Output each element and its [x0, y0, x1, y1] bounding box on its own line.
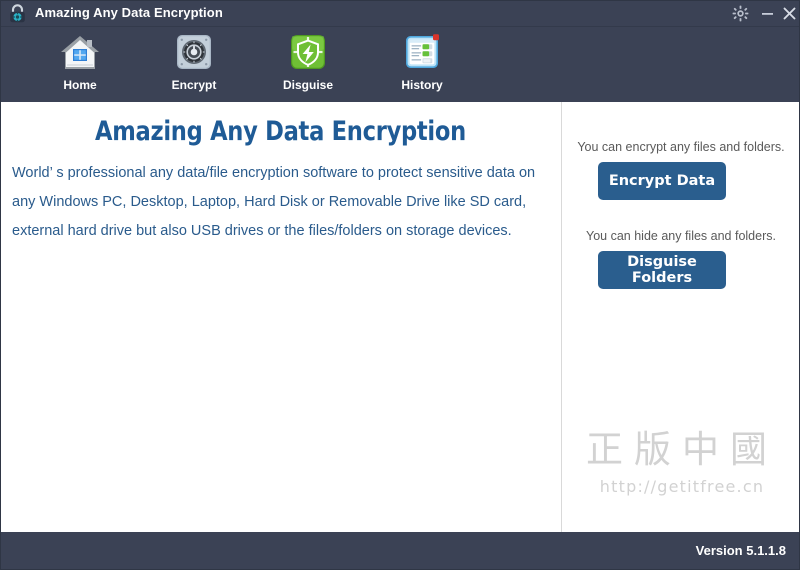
watermark-url-text: http://getitfree.cn — [599, 477, 765, 496]
toolbar-label-history: History — [401, 78, 443, 92]
info-pane: Amazing Any Data Encryption World’ s pro… — [0, 102, 561, 532]
encrypt-data-button[interactable]: Encrypt Data — [598, 162, 726, 200]
toolbar-item-history[interactable]: History — [365, 31, 479, 99]
product-description: World’ s professional any data/file encr… — [12, 165, 536, 239]
page-title: Amazing Any Data Encryption — [95, 116, 466, 147]
padlock-icon — [7, 3, 28, 24]
safe-dial-icon — [172, 31, 216, 75]
disguise-caption: You can hide any files and folders. — [586, 229, 776, 243]
toolbar-label-encrypt: Encrypt — [171, 78, 217, 92]
window-title: Amazing Any Data Encryption — [35, 5, 223, 20]
toolbar-item-home[interactable]: Home — [23, 31, 137, 99]
home-icon — [58, 31, 102, 75]
shield-bolt-icon — [286, 31, 330, 75]
version-label: Version 5.1.1.8 — [695, 543, 786, 558]
watermark-chinese-text: 正版中國 — [586, 428, 778, 471]
content-area: Amazing Any Data Encryption World’ s pro… — [0, 102, 800, 532]
toolbar-label-home: Home — [63, 78, 97, 92]
toolbar-label-disguise: Disguise — [282, 78, 333, 92]
main-toolbar: Home Encrypt Disguise History — [0, 27, 800, 102]
toolbar-item-disguise[interactable]: Disguise — [251, 31, 365, 99]
toolbar-item-encrypt[interactable]: Encrypt — [137, 31, 251, 99]
disguise-folders-button[interactable]: Disguise Folders — [598, 251, 726, 289]
minimize-icon[interactable] — [758, 4, 777, 23]
title-bar: Amazing Any Data Encryption — [0, 0, 800, 27]
status-bar: Version 5.1.1.8 — [0, 532, 800, 570]
encrypt-caption: You can encrypt any files and folders. — [577, 140, 785, 154]
close-icon[interactable] — [780, 4, 799, 23]
list-window-icon — [400, 31, 444, 75]
gear-icon[interactable] — [731, 4, 750, 23]
watermark: 正版中國 http://getitfree.cn — [572, 427, 792, 496]
action-pane: You can encrypt any files and folders. E… — [562, 102, 800, 532]
application-window: Amazing Any Data Encryption Home Encrypt… — [0, 0, 800, 570]
